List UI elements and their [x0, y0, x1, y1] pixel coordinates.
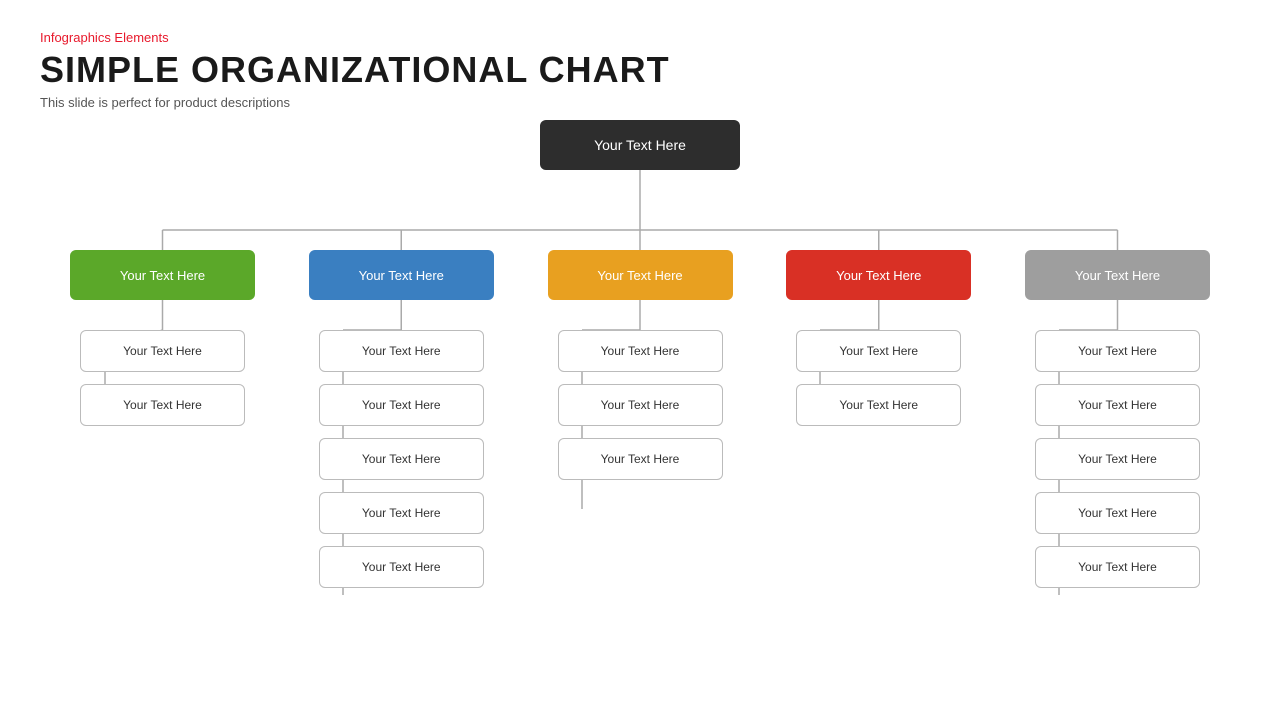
header-subtitle: Infographics Elements — [40, 30, 1240, 45]
level1-box-2[interactable]: Your Text Here — [548, 250, 733, 300]
page: Infographics Elements SIMPLE ORGANIZATIO… — [0, 0, 1280, 720]
child-4-2[interactable]: Your Text Here — [1035, 438, 1200, 480]
header-desc: This slide is perfect for product descri… — [40, 95, 1240, 110]
child-1-3[interactable]: Your Text Here — [319, 492, 484, 534]
child-2-2[interactable]: Your Text Here — [558, 438, 723, 480]
child-4-4[interactable]: Your Text Here — [1035, 546, 1200, 588]
level1-box-3[interactable]: Your Text Here — [786, 250, 971, 300]
column-4: Your Text Here Your Text Here Your Text … — [1025, 330, 1210, 588]
column-0: Your Text Here Your Text Here — [70, 330, 255, 588]
child-1-4[interactable]: Your Text Here — [319, 546, 484, 588]
child-0-1[interactable]: Your Text Here — [80, 384, 245, 426]
level1-label-2: Your Text Here — [597, 268, 682, 283]
header: Infographics Elements SIMPLE ORGANIZATIO… — [40, 30, 1240, 110]
level1-label-0: Your Text Here — [120, 268, 205, 283]
level1-label-3: Your Text Here — [836, 268, 921, 283]
child-0-0[interactable]: Your Text Here — [80, 330, 245, 372]
column-1: Your Text Here Your Text Here Your Text … — [309, 330, 494, 588]
column-3: Your Text Here Your Text Here — [786, 330, 971, 588]
header-title: SIMPLE ORGANIZATIONAL CHART — [40, 49, 1240, 91]
child-1-0[interactable]: Your Text Here — [319, 330, 484, 372]
level1-box-0[interactable]: Your Text Here — [70, 250, 255, 300]
level1-container: Your Text Here Your Text Here Your Text … — [40, 250, 1240, 300]
child-3-1[interactable]: Your Text Here — [796, 384, 961, 426]
child-4-3[interactable]: Your Text Here — [1035, 492, 1200, 534]
level1-box-1[interactable]: Your Text Here — [309, 250, 494, 300]
child-4-0[interactable]: Your Text Here — [1035, 330, 1200, 372]
children-area: Your Text Here Your Text Here Your Text … — [40, 330, 1240, 588]
child-2-1[interactable]: Your Text Here — [558, 384, 723, 426]
level1-box-4[interactable]: Your Text Here — [1025, 250, 1210, 300]
child-1-1[interactable]: Your Text Here — [319, 384, 484, 426]
chart-area: Your Text Here Your Text Here Your Text … — [40, 120, 1240, 680]
child-4-1[interactable]: Your Text Here — [1035, 384, 1200, 426]
level1-label-1: Your Text Here — [359, 268, 444, 283]
child-1-2[interactable]: Your Text Here — [319, 438, 484, 480]
column-2: Your Text Here Your Text Here Your Text … — [548, 330, 733, 588]
child-3-0[interactable]: Your Text Here — [796, 330, 961, 372]
root-label: Your Text Here — [594, 137, 686, 153]
level1-label-4: Your Text Here — [1075, 268, 1160, 283]
child-2-0[interactable]: Your Text Here — [558, 330, 723, 372]
root-node[interactable]: Your Text Here — [540, 120, 740, 170]
